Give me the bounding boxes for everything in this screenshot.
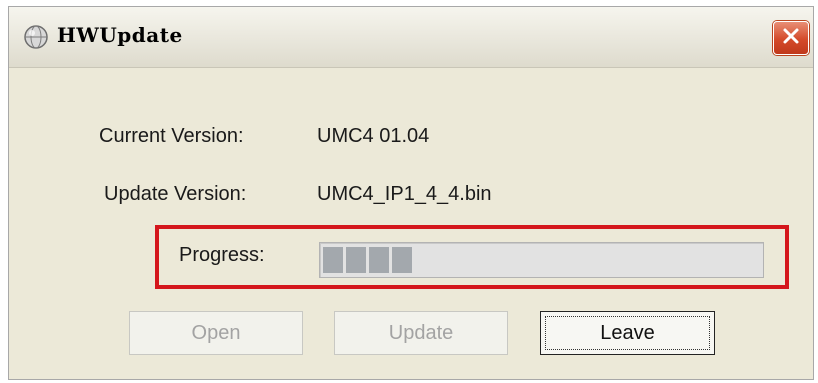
window-title: HWUpdate — [57, 23, 183, 47]
progress-bar — [319, 242, 764, 278]
close-icon — [781, 26, 801, 50]
update-button-label: Update — [388, 321, 454, 344]
update-version-value: UMC4_IP1_4_4.bin — [317, 183, 492, 205]
open-button[interactable]: Open — [129, 311, 303, 355]
open-button-label: Open — [191, 321, 241, 344]
close-button[interactable] — [773, 21, 809, 55]
hwupdate-window: HWUpdate Current Version: UMC4 01.04 Upd… — [8, 6, 814, 380]
update-version-label: Update Version: — [104, 183, 247, 205]
progress-fill — [323, 247, 412, 273]
progress-block — [346, 247, 366, 273]
current-version-value: UMC4 01.04 — [317, 125, 430, 147]
title-bar[interactable]: HWUpdate — [9, 7, 813, 68]
progress-block — [392, 247, 412, 273]
leave-button[interactable]: Leave — [540, 311, 715, 355]
progress-label: Progress: — [179, 244, 265, 266]
update-button[interactable]: Update — [334, 311, 508, 355]
globe-icon — [23, 24, 49, 50]
progress-block — [323, 247, 343, 273]
current-version-label: Current Version: — [99, 125, 244, 147]
progress-block — [369, 247, 389, 273]
focus-rectangle — [545, 316, 710, 350]
